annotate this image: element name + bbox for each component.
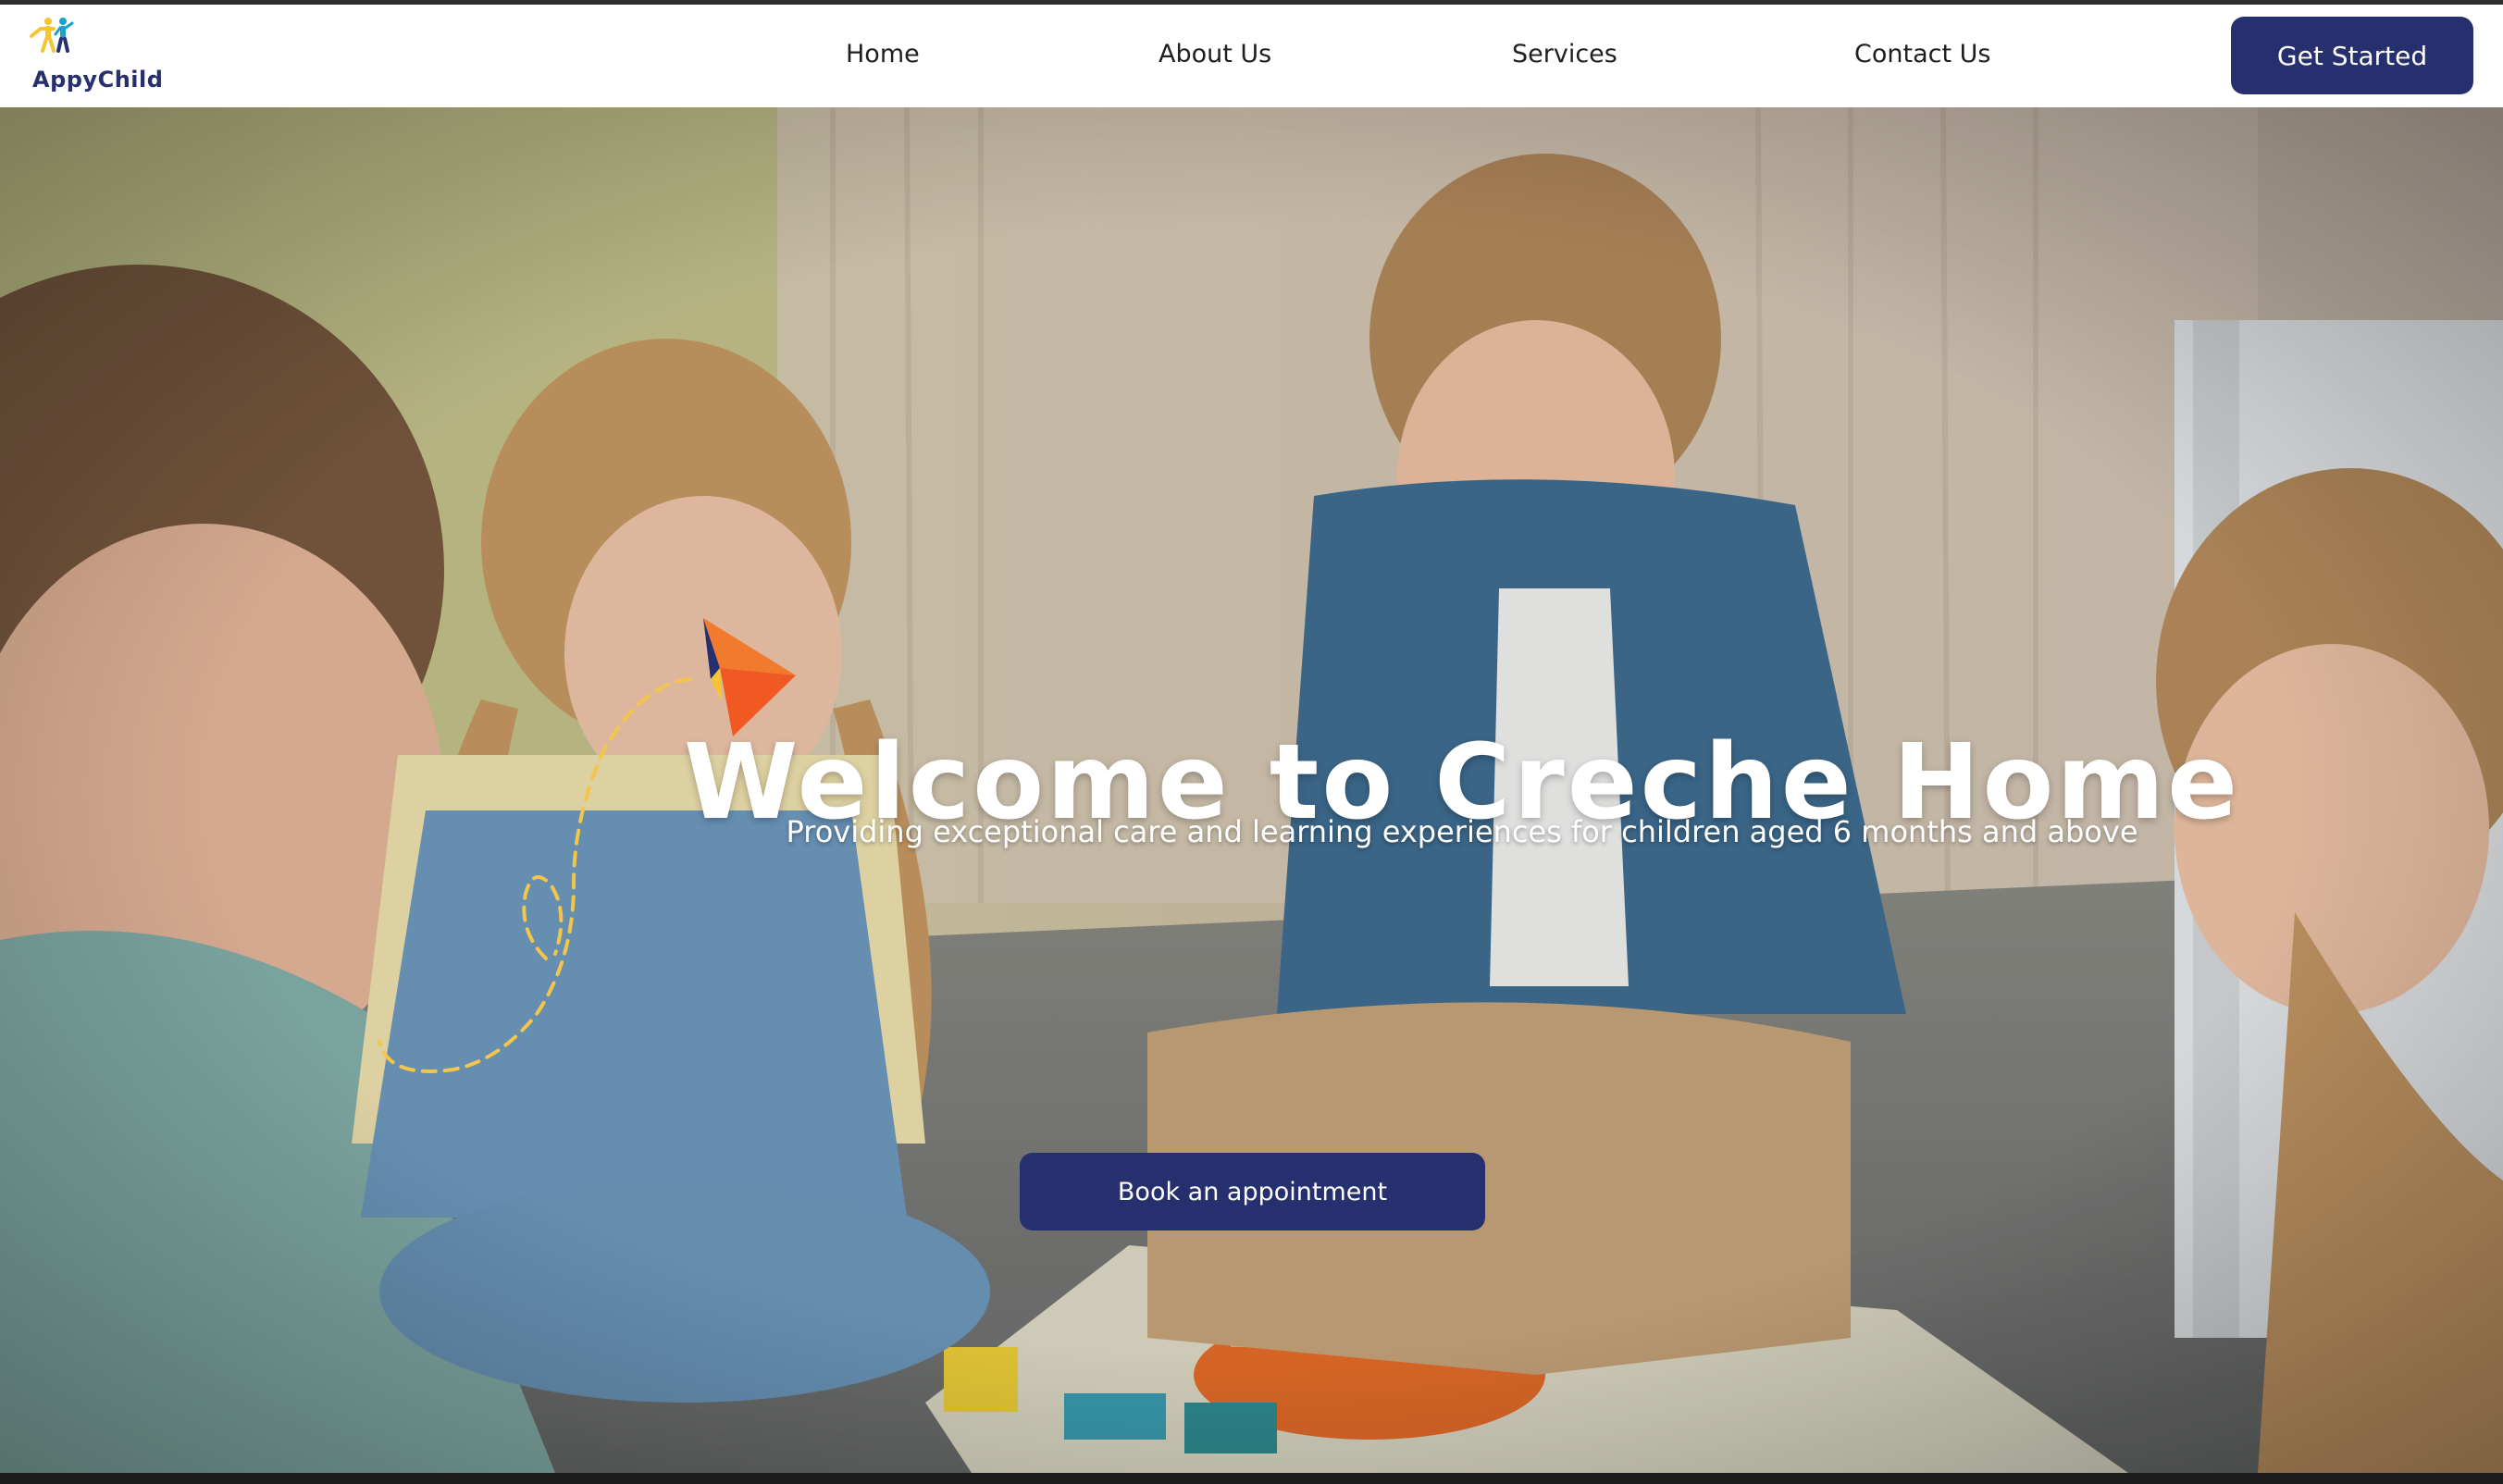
navbar: AppyChild Home About Us Services Contact… bbox=[0, 5, 2503, 108]
nav-about-us[interactable]: About Us bbox=[1159, 40, 1271, 68]
get-started-button[interactable]: Get Started bbox=[2231, 17, 2473, 94]
nav-home[interactable]: Home bbox=[846, 40, 920, 68]
logo[interactable]: AppyChild bbox=[30, 16, 205, 99]
paper-plane-icon bbox=[703, 618, 796, 736]
nav-contact-us[interactable]: Contact Us bbox=[1854, 40, 1990, 68]
bottom-border bbox=[0, 1473, 2503, 1484]
nav-services[interactable]: Services bbox=[1512, 40, 1617, 68]
hero-subtitle: Providing exceptional care and learning … bbox=[786, 814, 2138, 849]
brand-name: AppyChild bbox=[32, 67, 164, 93]
book-appointment-button[interactable]: Book an appointment bbox=[1020, 1153, 1485, 1230]
children-figures-icon bbox=[30, 18, 74, 53]
hero-section: Welcome to Creche Home Providing excepti… bbox=[0, 107, 2503, 1473]
